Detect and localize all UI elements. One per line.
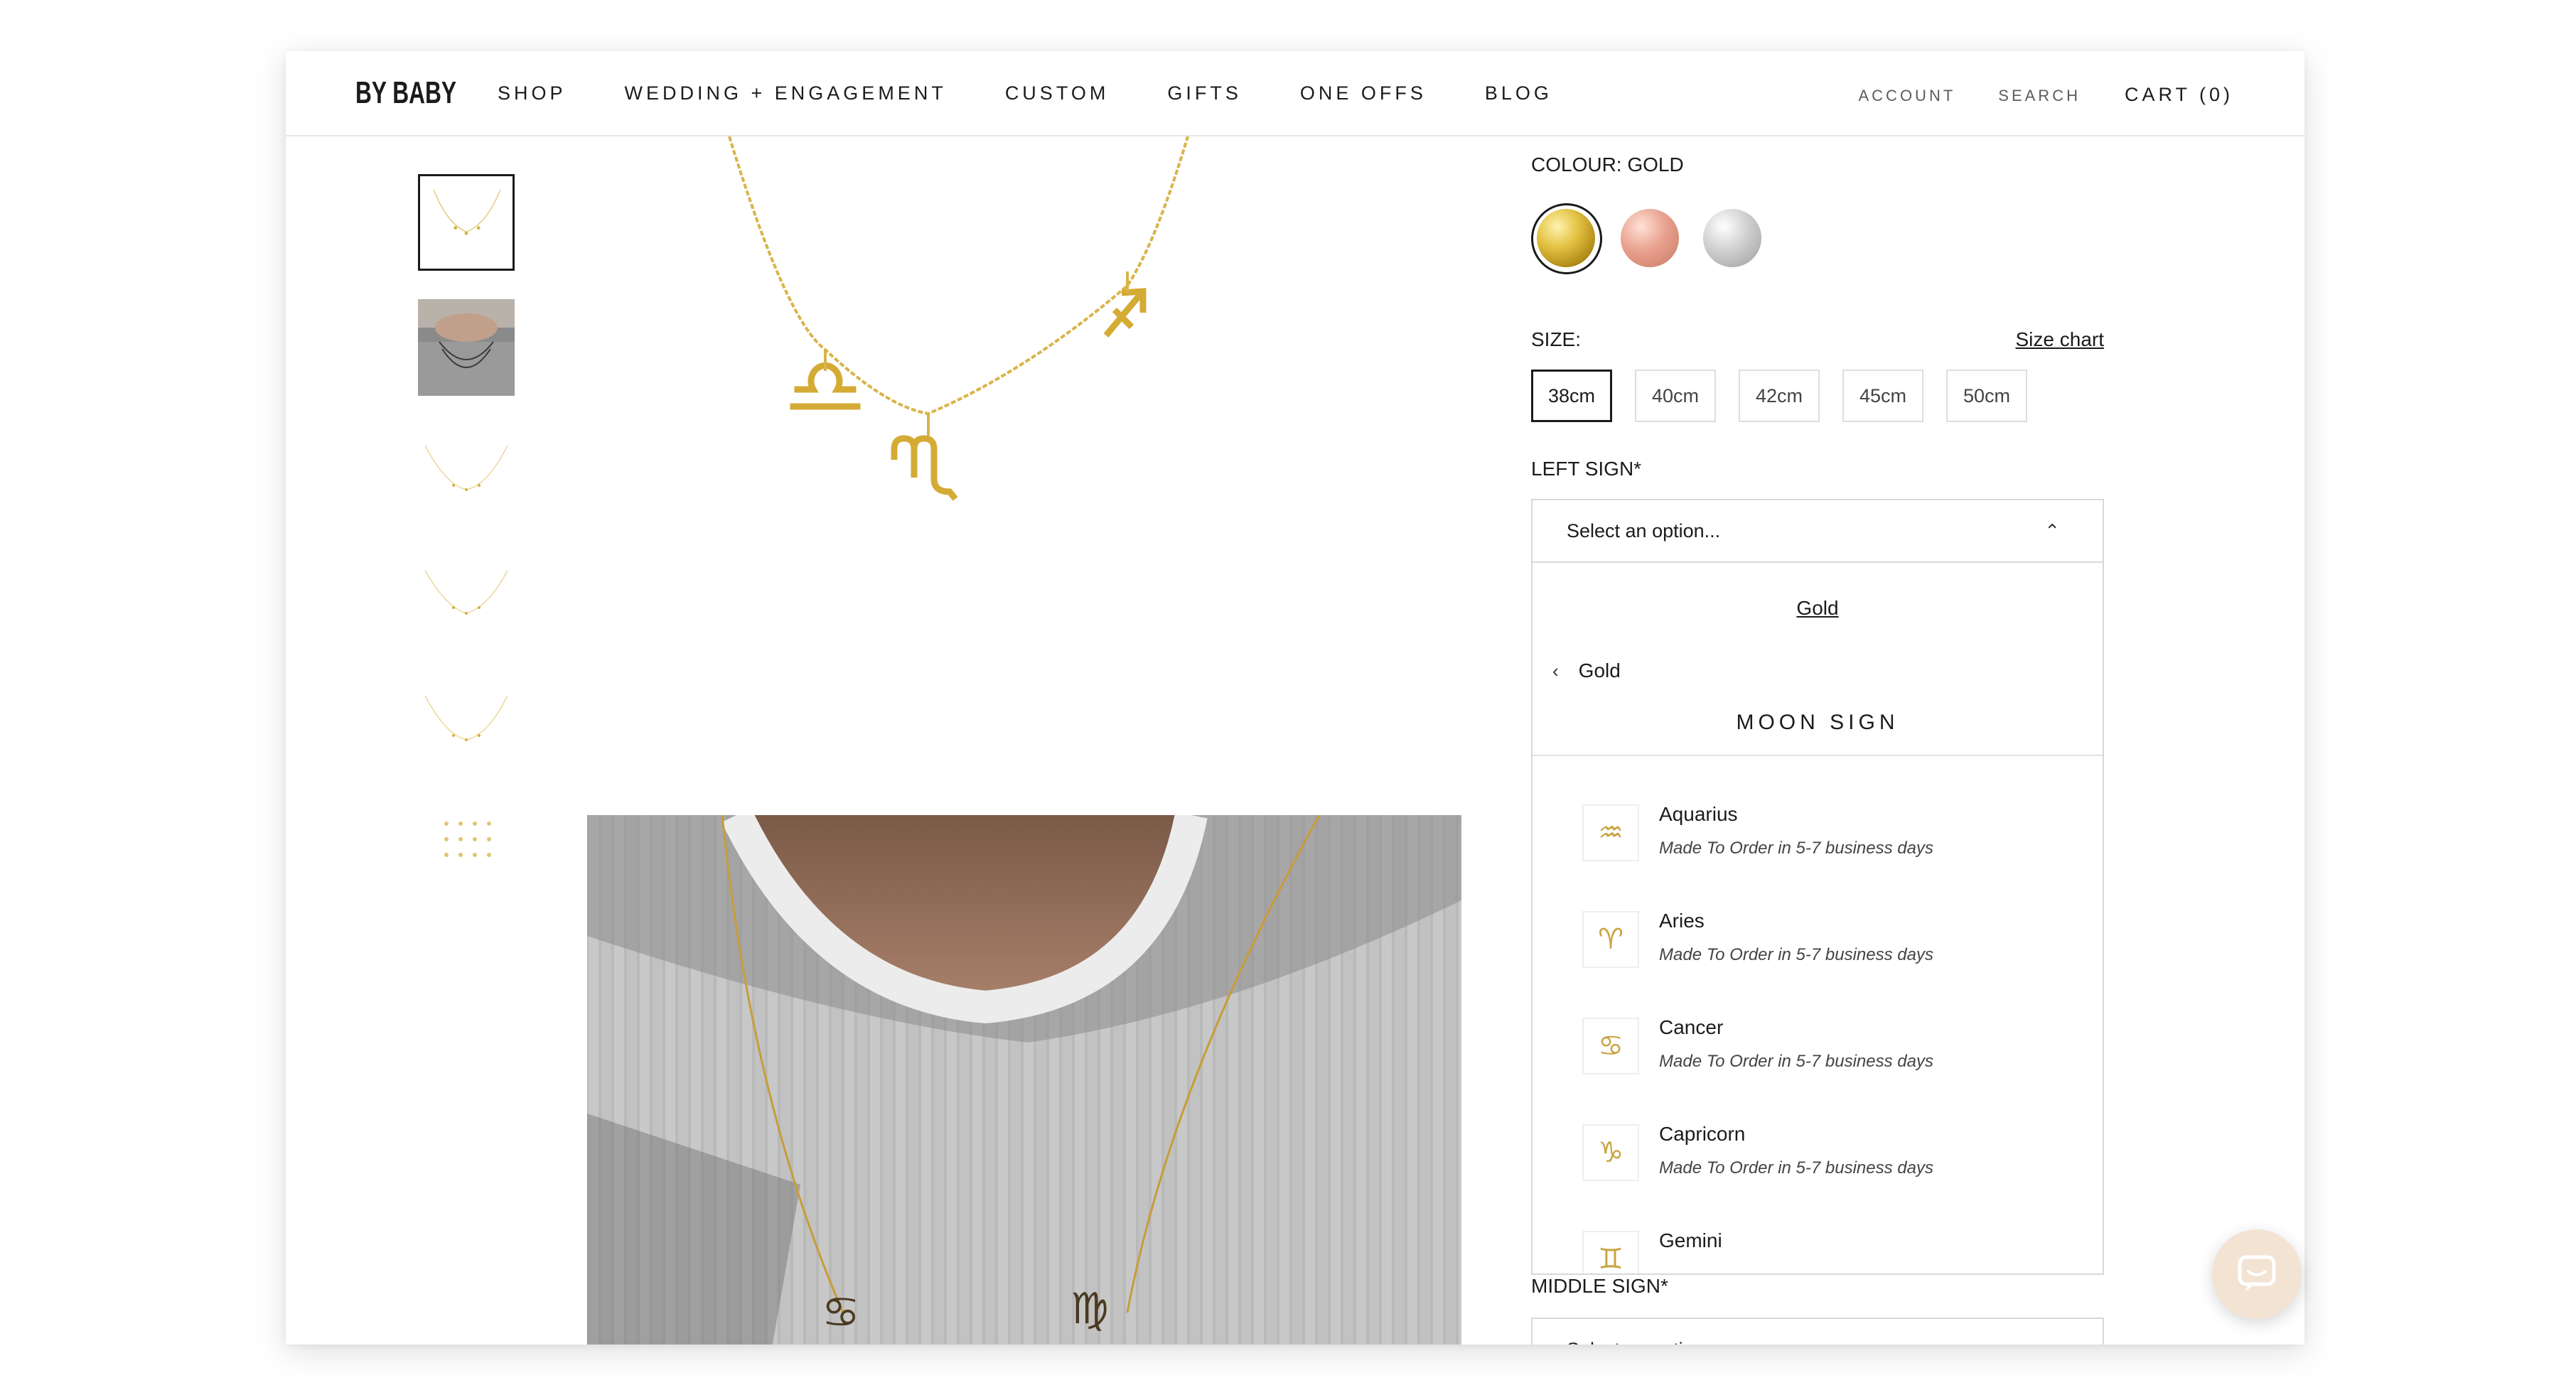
nav-wedding-engagement[interactable]: WEDDING + ENGAGEMENT (625, 82, 947, 104)
swatch-rose-gold[interactable] (1621, 209, 1679, 267)
thumbnail-4[interactable] (418, 549, 515, 646)
gemini-icon: ♊ (1582, 1231, 1639, 1273)
left-sign-select-value: Select an option... (1567, 519, 1721, 542)
option-note: Made To Order in 5-7 business days (1659, 945, 1933, 964)
size-42cm[interactable]: 42cm (1739, 370, 1820, 422)
svg-text:♍: ♍ (1070, 1284, 1109, 1334)
aries-icon: ♈ (1582, 911, 1639, 968)
size-50cm[interactable]: 50cm (1946, 370, 2027, 422)
option-gemini[interactable]: ♊ Gemini (1582, 1229, 2066, 1273)
left-sign-dropdown: Gold ‹ Gold MOON SIGN ♒ Aquarius Made To… (1531, 563, 2104, 1275)
dropdown-divider (1533, 755, 2103, 756)
middle-sign-select-value: Select an option... (1567, 1339, 1720, 1345)
chevron-up-icon: ⌃ (2044, 520, 2060, 542)
logo[interactable]: BY BABY (355, 75, 456, 111)
nav-shop[interactable]: SHOP (498, 82, 567, 104)
nav-custom[interactable]: CUSTOM (1005, 82, 1110, 104)
product-image-worn[interactable]: ♋ ♍ (587, 815, 1461, 1345)
main-nav: SHOP WEDDING + ENGAGEMENT CUSTOM GIFTS O… (498, 82, 1611, 104)
size-45cm[interactable]: 45cm (1842, 370, 1923, 422)
chevron-left-icon: ‹ (1552, 659, 1559, 681)
chat-button[interactable] (2212, 1229, 2302, 1319)
browser-page: BY BABY SHOP WEDDING + ENGAGEMENT CUSTOM… (286, 51, 2304, 1345)
svg-text:♋: ♋ (822, 1288, 860, 1337)
middle-sign-select[interactable]: Select an option... (1531, 1318, 2104, 1345)
size-38cm[interactable]: 38cm (1531, 370, 1612, 422)
option-name: Cancer (1659, 1016, 1724, 1038)
search-link[interactable]: SEARCH (1998, 87, 2081, 105)
cart-link[interactable]: CART (0) (2125, 84, 2233, 106)
swatch-silver[interactable] (1703, 209, 1761, 267)
option-name: Capricorn (1659, 1123, 1746, 1145)
option-aquarius[interactable]: ♒ Aquarius Made To Order in 5-7 business… (1582, 803, 2066, 890)
aquarius-icon: ♒ (1582, 804, 1639, 861)
dropdown-breadcrumb-gold[interactable]: Gold (1533, 597, 2103, 620)
nav-blog[interactable]: BLOG (1485, 82, 1552, 104)
swatch-gold[interactable] (1531, 203, 1602, 274)
option-note: Made To Order in 5-7 business days (1659, 1052, 1933, 1071)
thumbnail-5[interactable] (418, 674, 515, 771)
site-header: BY BABY SHOP WEDDING + ENGAGEMENT CUSTOM… (286, 51, 2304, 136)
thumbnail-1[interactable] (418, 174, 515, 271)
middle-sign-label: MIDDLE SIGN* (1531, 1275, 1668, 1297)
size-label: SIZE: (1531, 328, 1582, 350)
header-actions: ACCOUNT SEARCH CART (0) (1816, 84, 2234, 106)
option-name: Aries (1659, 910, 1705, 932)
nav-gifts[interactable]: GIFTS (1167, 82, 1242, 104)
size-chart-link[interactable]: Size chart (2016, 328, 2105, 351)
cancer-icon: ♋ (1582, 1018, 1639, 1074)
option-note: Made To Order in 5-7 business days (1659, 839, 1933, 858)
option-cancer[interactable]: ♋ Cancer Made To Order in 5-7 business d… (1582, 1016, 2066, 1103)
product-image-necklace[interactable] (587, 136, 1461, 563)
dropdown-back-label: Gold (1578, 659, 1621, 681)
left-sign-select[interactable]: Select an option... ⌃ (1531, 499, 2104, 563)
left-sign-label: LEFT SIGN* (1531, 458, 1642, 480)
chat-bubble-icon (2236, 1251, 2278, 1298)
option-name: Gemini (1659, 1229, 1722, 1251)
option-capricorn[interactable]: ♑ Capricorn Made To Order in 5-7 busines… (1582, 1123, 2066, 1209)
option-aries[interactable]: ♈ Aries Made To Order in 5-7 business da… (1582, 910, 2066, 996)
nav-one-offs[interactable]: ONE OFFS (1300, 82, 1427, 104)
thumbnail-6[interactable] (418, 799, 515, 896)
thumbnail-2[interactable] (418, 299, 515, 396)
thumbnail-3[interactable] (418, 424, 515, 521)
size-40cm[interactable]: 40cm (1635, 370, 1716, 422)
dropdown-title: MOON SIGN (1736, 711, 1899, 734)
colour-label: COLOUR: GOLD (1531, 153, 1684, 176)
capricorn-icon: ♑ (1582, 1124, 1639, 1181)
option-note: Made To Order in 5-7 business days (1659, 1158, 1933, 1178)
option-name: Aquarius (1659, 803, 1738, 825)
account-link[interactable]: ACCOUNT (1859, 87, 1956, 105)
dropdown-back-button[interactable]: ‹ Gold (1552, 659, 1621, 682)
